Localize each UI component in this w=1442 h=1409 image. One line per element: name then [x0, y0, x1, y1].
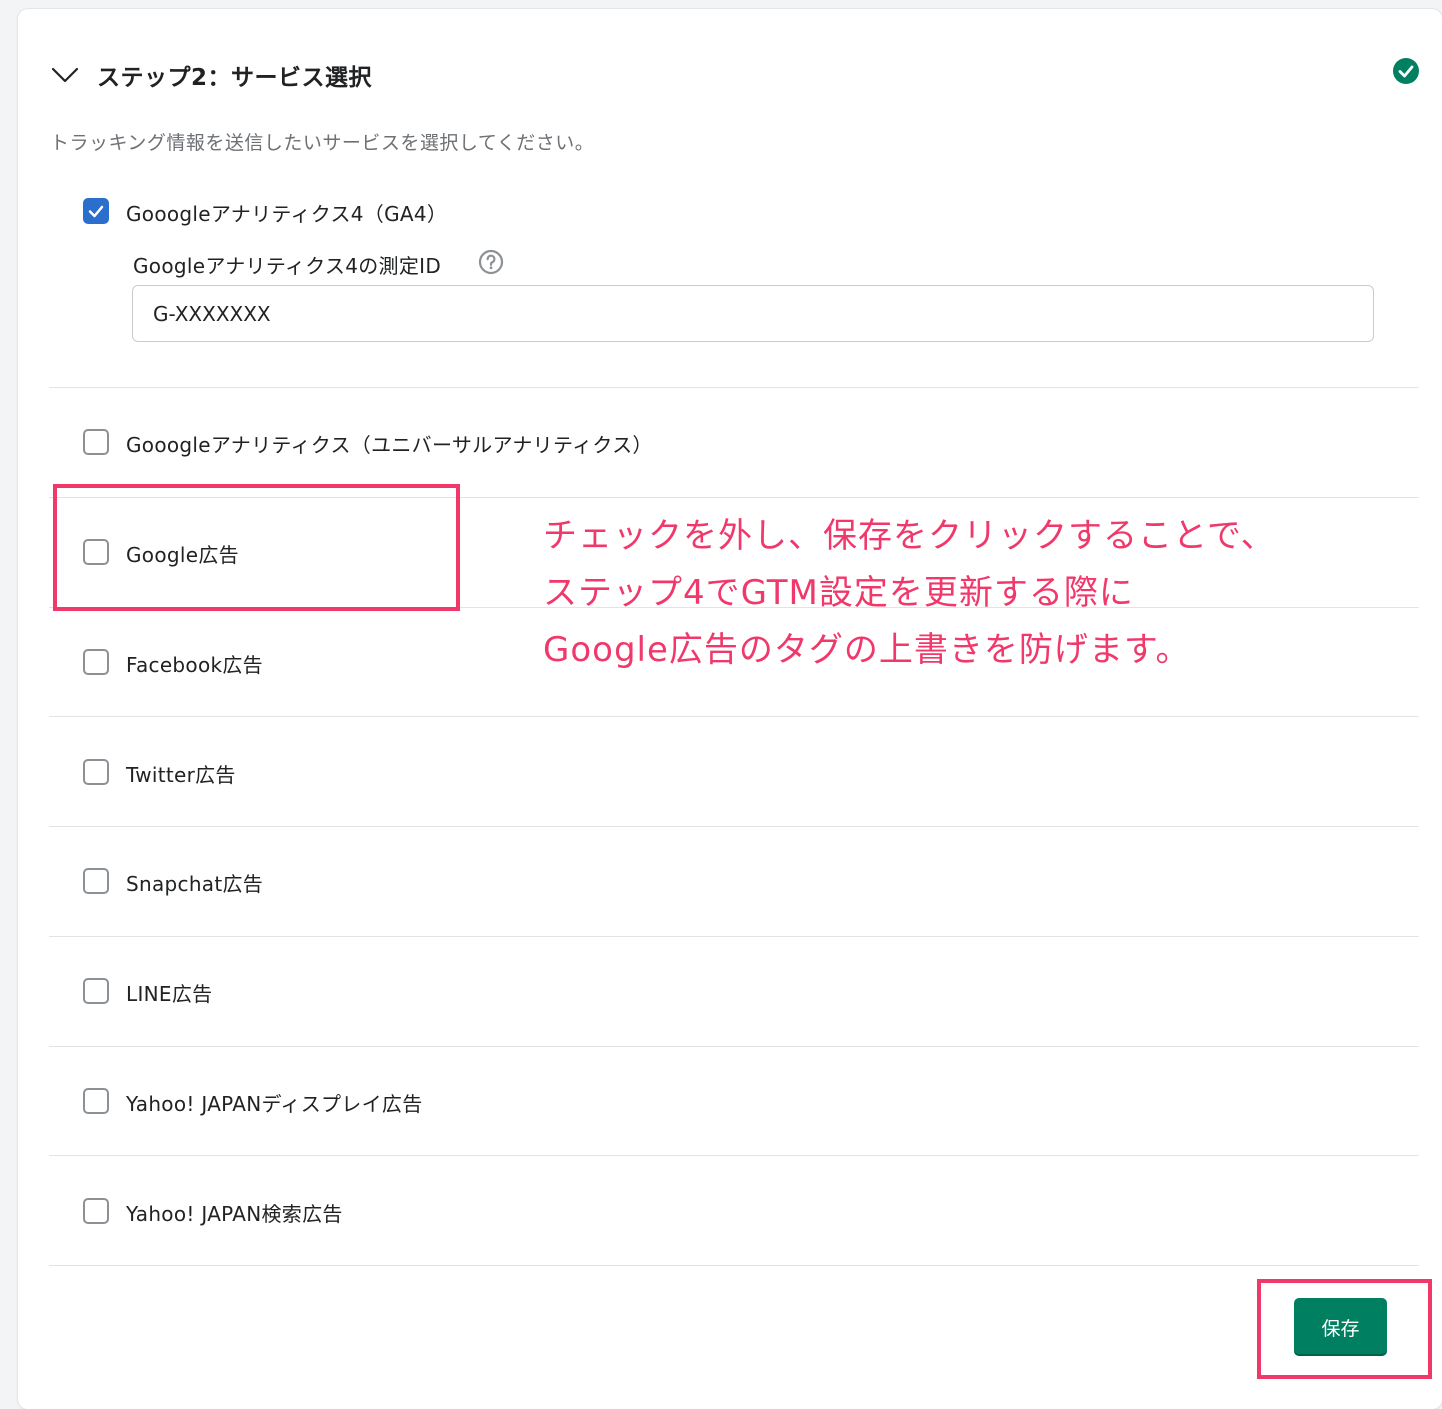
checkbox-line-ads[interactable] — [83, 978, 109, 1004]
step-title[interactable]: ステップ2：サービス選択 — [97, 58, 372, 92]
divider — [49, 1046, 1419, 1047]
checkbox-label-line-ads[interactable]: LINE広告 — [126, 978, 212, 1007]
checkbox-label-yahoo-display-ads[interactable]: Yahoo! JAPANディスプレイ広告 — [126, 1088, 423, 1117]
divider — [49, 387, 1419, 388]
divider — [49, 1155, 1419, 1156]
ga4-id-label: Googleアナリティクス4の測定ID — [133, 254, 442, 278]
checkbox-label-twitter-ads[interactable]: Twitter広告 — [126, 759, 236, 788]
annotation-text: チェックを外し、保存をクリックすることで、 ステップ4でGTM設定を更新する際に… — [543, 508, 1276, 679]
checkbox-label-ga4[interactable]: Gooogleアナリティクス4（GA4） — [126, 198, 447, 227]
annotation-line: Google広告のタグの上書きを防げます。 — [543, 630, 1191, 670]
ga4-id-input[interactable] — [132, 285, 1374, 342]
checkbox-twitter-ads[interactable] — [83, 759, 109, 785]
highlight-box-google-ads — [53, 484, 460, 611]
checkbox-label-facebook-ads[interactable]: Facebook広告 — [126, 649, 263, 678]
help-icon[interactable] — [478, 249, 504, 275]
check-circle-icon — [1393, 58, 1419, 84]
annotation-line: チェックを外し、保存をクリックすることで、 — [543, 516, 1276, 556]
annotation-line: ステップ4でGTM設定を更新する際に — [543, 573, 1134, 613]
checkbox-label-snapchat-ads[interactable]: Snapchat広告 — [126, 868, 263, 897]
step-description: トラッキング情報を送信したいサービスを選択してください。 — [50, 132, 595, 154]
checkbox-label-universal-analytics[interactable]: Gooogleアナリティクス（ユニバーサルアナリティクス） — [126, 429, 653, 458]
checkbox-facebook-ads[interactable] — [83, 649, 109, 675]
checkbox-label-yahoo-search-ads[interactable]: Yahoo! JAPAN検索広告 — [126, 1198, 343, 1227]
chevron-down-icon[interactable] — [50, 60, 80, 90]
checkbox-snapchat-ads[interactable] — [83, 868, 109, 894]
checkbox-yahoo-search-ads[interactable] — [83, 1198, 109, 1224]
divider — [49, 826, 1419, 827]
divider — [49, 1265, 1419, 1266]
checkmark-icon — [88, 205, 104, 218]
save-button[interactable]: 保存 — [1294, 1298, 1387, 1356]
checkbox-ga4[interactable] — [83, 198, 109, 224]
checkbox-yahoo-display-ads[interactable] — [83, 1088, 109, 1114]
checkbox-universal-analytics[interactable] — [83, 429, 109, 455]
divider — [49, 936, 1419, 937]
divider — [49, 716, 1419, 717]
